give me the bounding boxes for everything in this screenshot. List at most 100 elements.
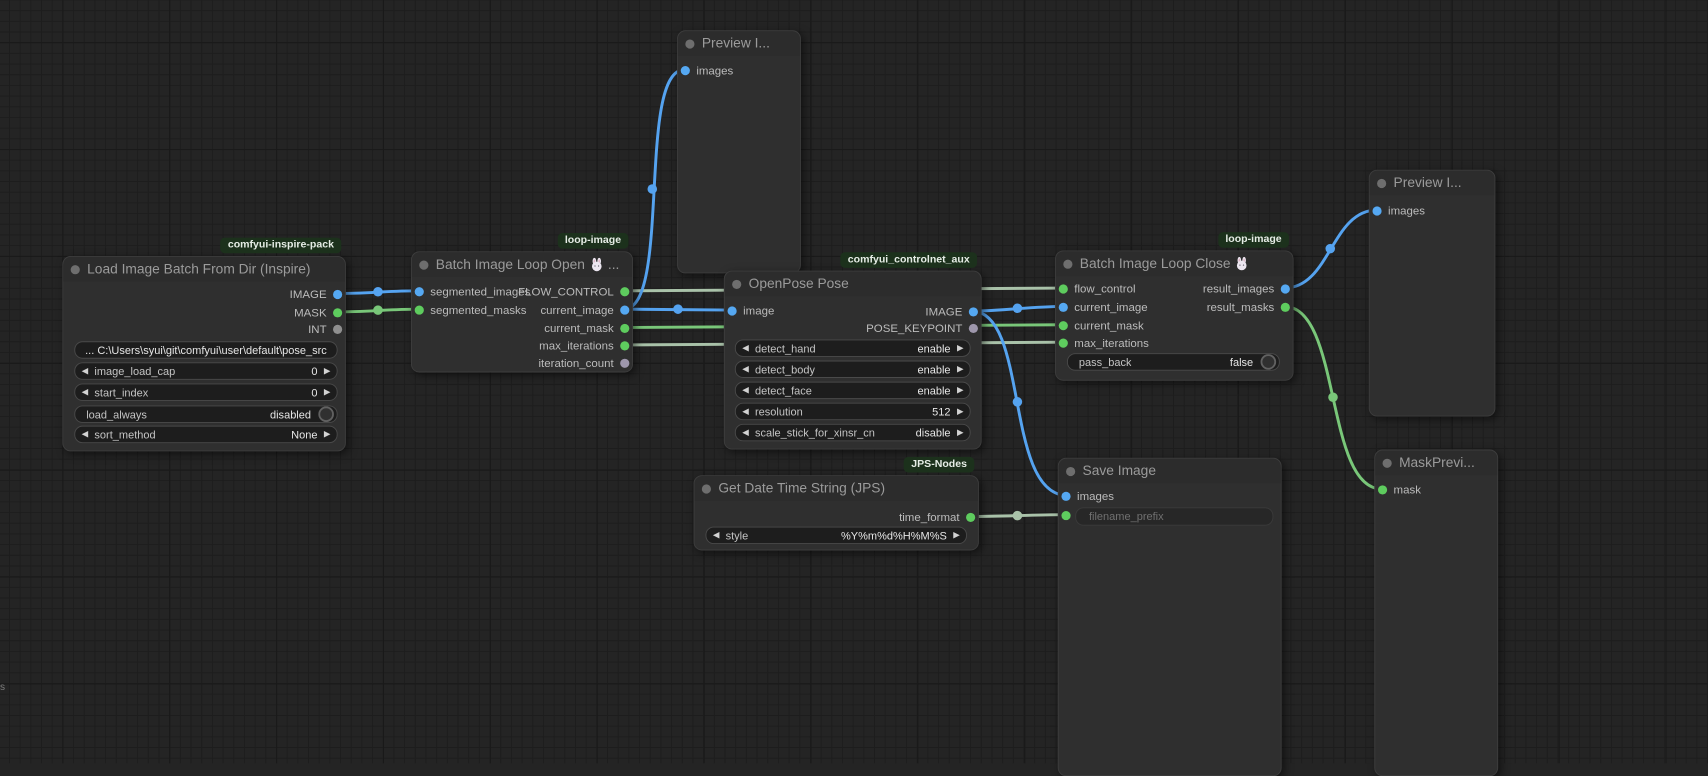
node-save-image[interactable]: Save Image images filename_prefix xyxy=(1058,458,1282,776)
increment-arrow-icon[interactable]: ▶ xyxy=(317,363,336,379)
node-batch-image-loop-open[interactable]: loop-image Batch Image Loop Open ... seg… xyxy=(411,251,633,372)
node-titlebar[interactable]: Get Date Time String (JPS) xyxy=(694,476,977,501)
decrement-arrow-icon[interactable]: ◀ xyxy=(736,404,755,420)
decrement-arrow-icon[interactable]: ◀ xyxy=(736,383,755,399)
increment-arrow-icon[interactable]: ▶ xyxy=(951,404,970,420)
increment-arrow-icon[interactable]: ▶ xyxy=(951,425,970,441)
output-slot-current-image: current_image xyxy=(540,301,629,319)
wire-openpose-image-to-save[interactable] xyxy=(972,311,1065,495)
node-load-image-batch[interactable]: comfyui-inspire-pack Load Image Batch Fr… xyxy=(62,256,345,451)
decrement-arrow-icon[interactable]: ◀ xyxy=(736,340,755,356)
node-titlebar[interactable]: MaskPrevi... xyxy=(1375,450,1497,475)
node-preview-image-right[interactable]: Preview I... images xyxy=(1369,170,1496,417)
node-titlebar[interactable]: Batch Image Loop Close xyxy=(1056,251,1293,276)
wire-openpose-image-to-loop-close[interactable] xyxy=(972,303,1062,313)
increment-arrow-icon[interactable]: ▶ xyxy=(317,427,336,443)
slot-dot-int[interactable] xyxy=(620,341,629,350)
pass-back-toggle[interactable]: pass_back false xyxy=(1067,353,1280,370)
resolution-widget[interactable]: ◀ resolution 512 ▶ xyxy=(735,403,971,420)
slot-dot-int[interactable] xyxy=(1059,339,1068,348)
slot-dot-mask[interactable] xyxy=(415,306,424,315)
node-mask-preview[interactable]: MaskPrevi... mask xyxy=(1374,450,1498,776)
slot-dot-image[interactable] xyxy=(1372,206,1381,215)
node-titlebar[interactable]: Load Image Batch From Dir (Inspire) xyxy=(63,257,345,282)
slot-dot-image[interactable] xyxy=(333,290,342,299)
node-batch-image-loop-close[interactable]: loop-image Batch Image Loop Close flow_c… xyxy=(1055,250,1294,380)
wire-result-masks[interactable] xyxy=(1284,306,1381,489)
slot-dot-image[interactable] xyxy=(620,306,629,315)
slot-dot-mask[interactable] xyxy=(1378,485,1387,494)
collapse-dot-icon[interactable] xyxy=(702,484,711,493)
sort-method-widget[interactable]: ◀ sort_method None ▶ xyxy=(74,426,337,443)
increment-arrow-icon[interactable]: ▶ xyxy=(317,384,336,400)
slot-dot-mask[interactable] xyxy=(1059,321,1068,330)
slot-dot-flow-control[interactable] xyxy=(620,287,629,296)
slot-dot-string[interactable] xyxy=(1061,511,1070,520)
slot-dot-image[interactable] xyxy=(969,307,978,316)
slot-dot-image[interactable] xyxy=(728,306,737,315)
slot-dot-mask[interactable] xyxy=(333,308,342,317)
scale-stick-widget[interactable]: ◀ scale_stick_for_xinsr_cn disable ▶ xyxy=(735,424,971,441)
increment-arrow-icon[interactable]: ▶ xyxy=(951,361,970,377)
toggle-circle-icon[interactable] xyxy=(1261,354,1277,370)
collapse-dot-icon[interactable] xyxy=(1063,259,1072,268)
slot-dot-image[interactable] xyxy=(415,287,424,296)
input-slot-image: image xyxy=(728,302,775,320)
decrement-arrow-icon[interactable]: ◀ xyxy=(736,425,755,441)
decrement-arrow-icon[interactable]: ◀ xyxy=(75,384,94,400)
output-slot-result-images: result_images xyxy=(1203,280,1290,298)
decrement-arrow-icon[interactable]: ◀ xyxy=(75,427,94,443)
slot-dot-string[interactable] xyxy=(966,513,975,522)
node-titlebar[interactable]: Save Image xyxy=(1059,459,1281,484)
wire-mask-to-segmented-masks[interactable] xyxy=(337,305,419,315)
node-titlebar[interactable]: Preview I... xyxy=(1370,171,1495,196)
node-graph-canvas[interactable]: comfyui-inspire-pack Load Image Batch Fr… xyxy=(0,0,1708,763)
output-slot-iteration-count: iteration_count xyxy=(539,354,630,372)
node-preview-image-top[interactable]: Preview I... images xyxy=(677,30,801,273)
node-get-date-time-string[interactable]: JPS-Nodes Get Date Time String (JPS) tim… xyxy=(694,475,979,550)
load-always-toggle[interactable]: load_always disabled xyxy=(74,405,337,422)
slot-dot-image[interactable] xyxy=(1059,303,1068,312)
node-openpose-pose[interactable]: comfyui_controlnet_aux OpenPose Pose ima… xyxy=(724,271,982,450)
image-load-cap-widget[interactable]: ◀ image_load_cap 0 ▶ xyxy=(74,362,337,379)
wire-time-format[interactable] xyxy=(970,511,1065,521)
slot-dot-misc[interactable] xyxy=(969,324,978,333)
detect-face-widget[interactable]: ◀ detect_face enable ▶ xyxy=(735,382,971,399)
slot-dot-int[interactable] xyxy=(333,325,342,334)
node-title: OpenPose Pose xyxy=(749,276,849,292)
slot-dot-mask[interactable] xyxy=(1281,303,1290,312)
decrement-arrow-icon[interactable]: ◀ xyxy=(75,363,94,379)
node-titlebar[interactable]: Preview I... xyxy=(678,31,800,56)
slot-dot-flow-control[interactable] xyxy=(1059,284,1068,293)
start-index-widget[interactable]: ◀ start_index 0 ▶ xyxy=(74,383,337,400)
slot-dot-mask[interactable] xyxy=(620,324,629,333)
node-titlebar[interactable]: OpenPose Pose xyxy=(725,272,981,297)
style-widget[interactable]: ◀ style %Y%m%d%H%M%S ▶ xyxy=(705,527,966,544)
decrement-arrow-icon[interactable]: ◀ xyxy=(736,361,755,377)
directory-path-widget[interactable]: ... C:\Users\syui\git\comfyui\user\defau… xyxy=(74,341,337,358)
collapse-dot-icon[interactable] xyxy=(71,265,80,274)
wire-image-to-segmented-images[interactable] xyxy=(337,287,419,297)
detect-hand-widget[interactable]: ◀ detect_hand enable ▶ xyxy=(735,339,971,356)
wire-current-image-to-openpose[interactable] xyxy=(624,304,731,314)
filename-prefix-input[interactable]: filename_prefix xyxy=(1075,507,1273,525)
slot-dot-image[interactable] xyxy=(1061,492,1070,501)
slot-dot-misc[interactable] xyxy=(620,359,629,368)
node-badge: loop-image xyxy=(1218,232,1289,248)
collapse-dot-icon[interactable] xyxy=(1377,178,1386,187)
increment-arrow-icon[interactable]: ▶ xyxy=(951,340,970,356)
detect-body-widget[interactable]: ◀ detect_body enable ▶ xyxy=(735,361,971,378)
collapse-dot-icon[interactable] xyxy=(732,279,741,288)
collapse-dot-icon[interactable] xyxy=(419,260,428,269)
increment-arrow-icon[interactable]: ▶ xyxy=(947,528,966,544)
collapse-dot-icon[interactable] xyxy=(1383,458,1392,467)
wire-result-images[interactable] xyxy=(1284,210,1377,288)
increment-arrow-icon[interactable]: ▶ xyxy=(951,383,970,399)
collapse-dot-icon[interactable] xyxy=(685,39,694,48)
slot-dot-image[interactable] xyxy=(681,66,690,75)
toggle-circle-icon[interactable] xyxy=(318,406,334,422)
decrement-arrow-icon[interactable]: ◀ xyxy=(706,528,725,544)
slot-dot-image[interactable] xyxy=(1281,284,1290,293)
node-titlebar[interactable]: Batch Image Loop Open ... xyxy=(412,252,632,277)
collapse-dot-icon[interactable] xyxy=(1066,467,1075,476)
